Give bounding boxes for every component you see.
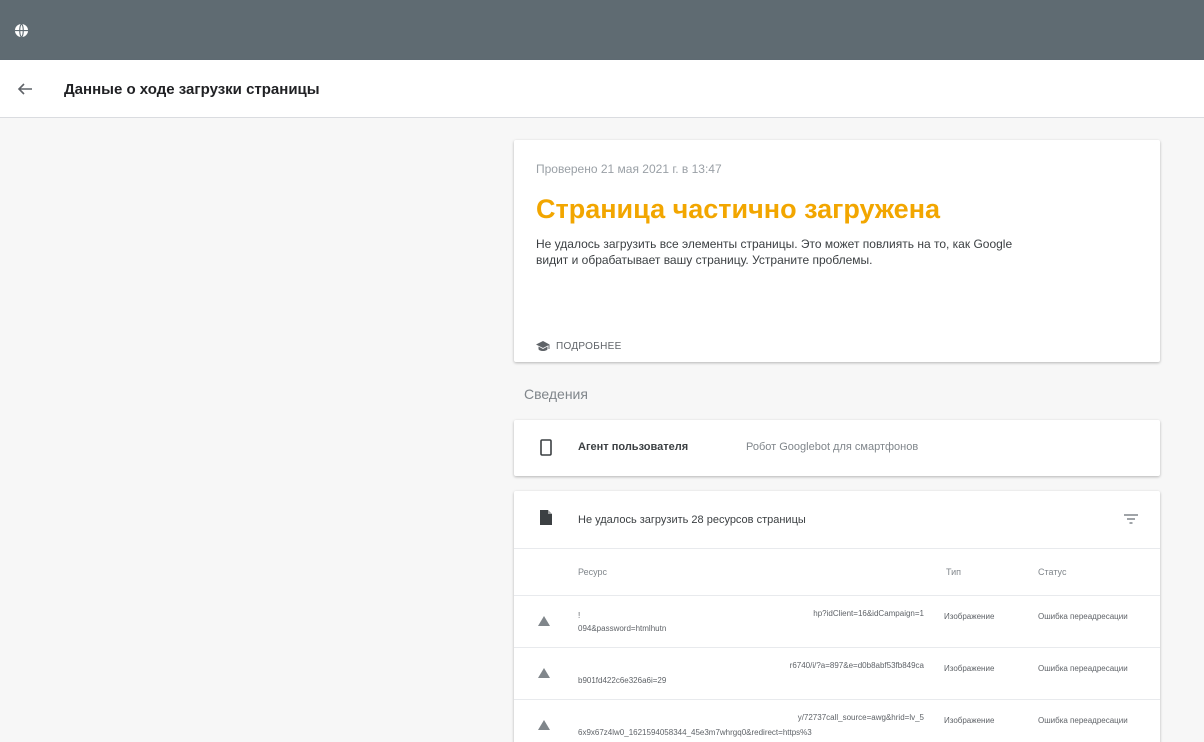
user-agent-key: Агент пользователя — [578, 441, 689, 453]
page-title: Данные о ходе загрузки страницы — [64, 81, 320, 98]
main-content: Проверено 21 мая 2021 г. в 13:47 Страниц… — [0, 118, 1204, 742]
globe-icon[interactable] — [14, 23, 29, 38]
learn-more-button[interactable]: ПОДРОБНЕЕ — [536, 340, 622, 352]
details-section-label: Сведения — [524, 386, 588, 402]
filter-icon[interactable] — [1124, 514, 1138, 524]
status-headline: Страница частично загружена — [536, 194, 941, 224]
status-description: Не удалось загрузить все элементы страни… — [536, 237, 1013, 267]
learn-more-label: ПОДРОБНЕЕ — [556, 340, 622, 352]
column-header-status[interactable]: Статус — [1038, 567, 1066, 577]
top-app-bar — [0, 0, 1204, 60]
smartphone-icon — [540, 439, 552, 456]
resource-type: Изображение — [944, 664, 995, 673]
status-card: Проверено 21 мая 2021 г. в 13:47 Страниц… — [514, 140, 1160, 362]
resource-type: Изображение — [944, 716, 995, 725]
resource-url-part: y/72737call_source=awg&hrid=lv_5 — [797, 713, 924, 722]
warning-icon — [538, 720, 550, 730]
page-header: Данные о ходе загрузки страницы — [0, 60, 1204, 118]
column-header-resource[interactable]: Ресурс — [578, 567, 607, 577]
table-row[interactable]: b901fd422c6e326a6i=29 r6740/i/?a=897&e=d… — [514, 647, 1160, 699]
user-agent-card: Агент пользователя Робот Googlebot для с… — [514, 420, 1160, 476]
failed-resources-card: Не удалось загрузить 28 ресурсов страниц… — [514, 491, 1160, 742]
resource-url-part: b901fd422c6e326a6i=29 — [578, 676, 667, 685]
warning-icon — [538, 668, 550, 678]
checked-timestamp: Проверено 21 мая 2021 г. в 13:47 — [536, 162, 722, 176]
graduation-cap-icon — [536, 341, 550, 351]
resource-url-part: r6740/i/?a=897&e=d0b8abf53fb849ca — [789, 661, 924, 670]
resource-url-part: 094&password=htmlhutn — [578, 624, 667, 633]
column-header-type[interactable]: Тип — [946, 567, 961, 577]
resource-url-part: 6x9x67z4lw0_1621594058344_45e3m7whrgq0&r… — [578, 728, 812, 737]
table-row[interactable]: 6x9x67z4lw0_1621594058344_45e3m7whrgq0&r… — [514, 699, 1160, 742]
resource-url-part: ! — [578, 611, 581, 620]
resource-type: Изображение — [944, 612, 995, 621]
resources-title: Не удалось загрузить 28 ресурсов страниц… — [578, 514, 806, 526]
resource-status: Ошибка переадресации — [1038, 612, 1128, 621]
resource-status: Ошибка переадресации — [1038, 664, 1128, 673]
resource-url-part: hp?idClient=16&idCampaign=1 — [813, 609, 924, 618]
back-arrow-icon[interactable] — [16, 80, 34, 98]
warning-icon — [538, 616, 550, 626]
table-row[interactable]: ! 094&password=htmlhutn hp?idClient=16&i… — [514, 595, 1160, 647]
document-icon — [540, 510, 552, 525]
resource-status: Ошибка переадресации — [1038, 716, 1128, 725]
user-agent-value: Робот Googlebot для смартфонов — [746, 441, 919, 453]
resources-card-header: Не удалось загрузить 28 ресурсов страниц… — [514, 491, 1160, 549]
